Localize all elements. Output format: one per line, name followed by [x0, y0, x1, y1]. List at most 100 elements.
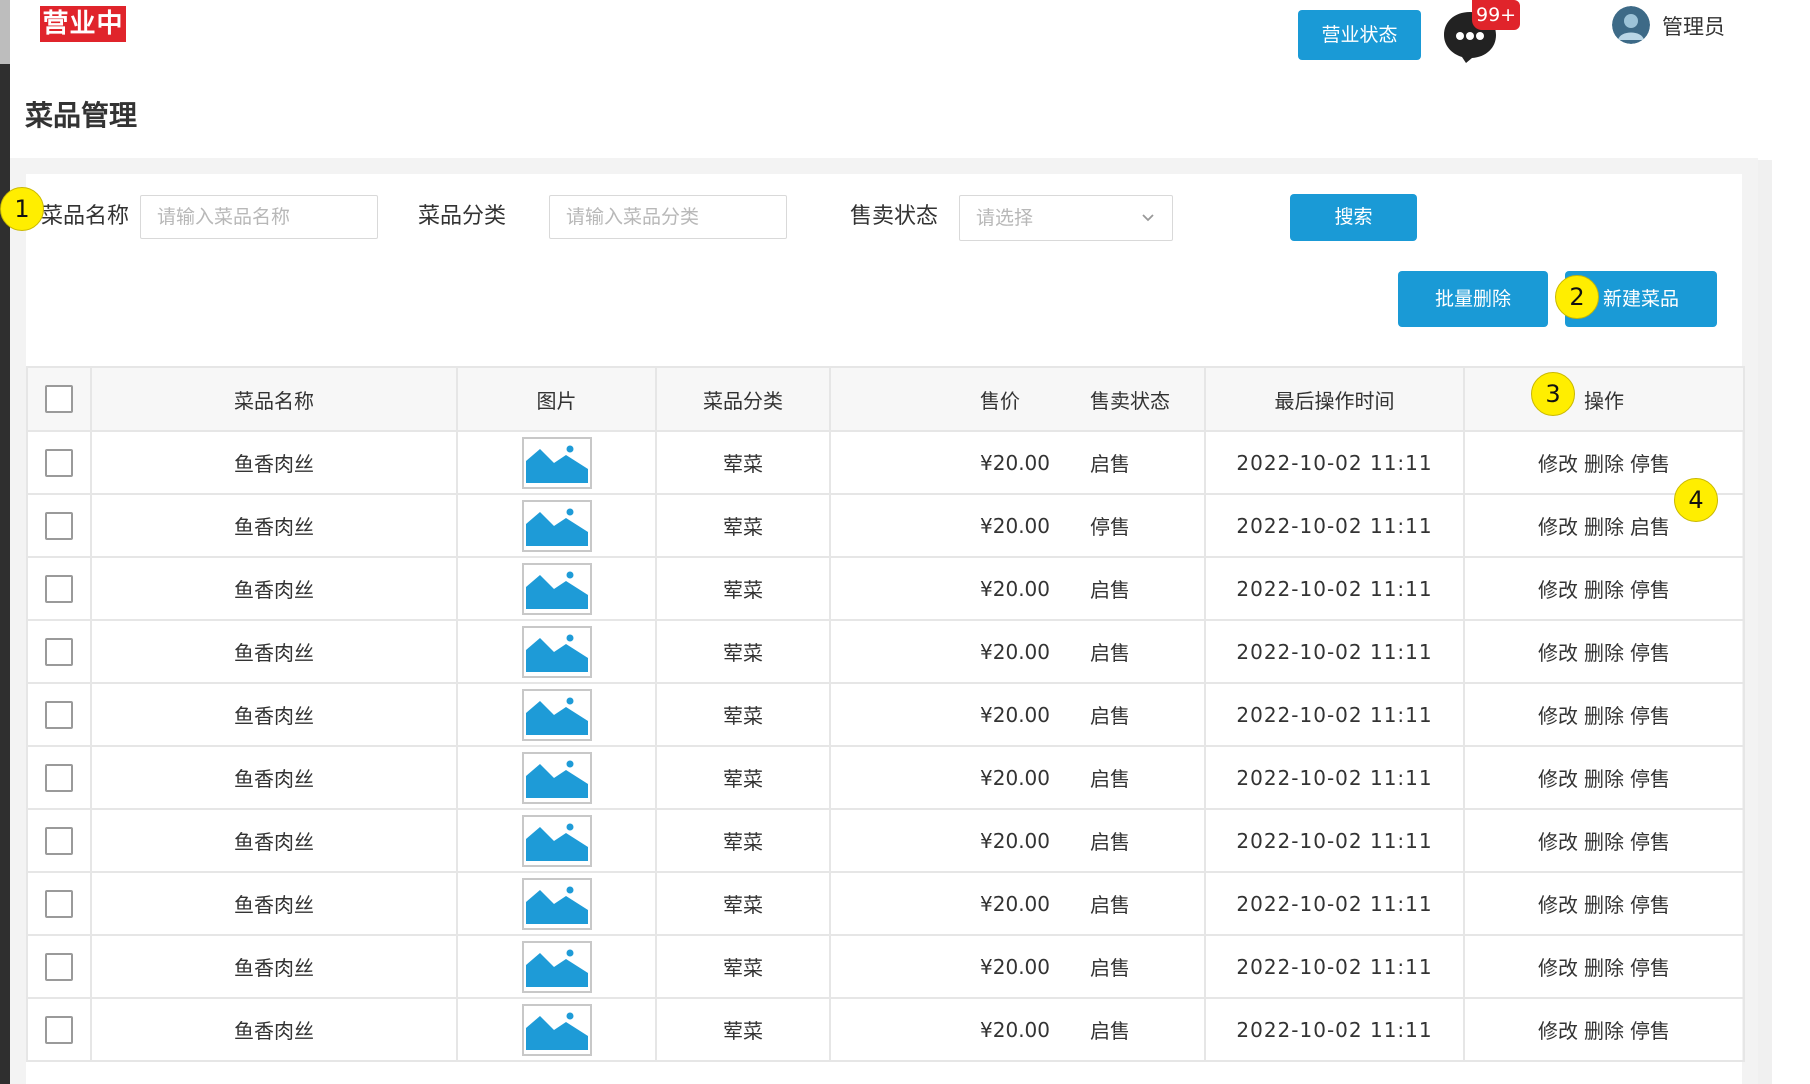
delete-link[interactable]: 删除	[1584, 1019, 1624, 1043]
edit-link[interactable]: 修改	[1538, 578, 1578, 602]
edit-link[interactable]: 修改	[1538, 1019, 1578, 1043]
business-status-badge: 营业中	[40, 6, 126, 42]
dish-category-input[interactable]	[549, 195, 787, 239]
dish-category-cell: 荤菜	[655, 745, 831, 810]
delete-link[interactable]: 删除	[1584, 893, 1624, 917]
row-checkbox[interactable]	[45, 826, 73, 855]
dish-table: 菜品名称 图片 菜品分类 售价 售卖状态 最后操作时间 操作 鱼香肉丝 荤菜 ¥20…	[26, 366, 1745, 1062]
table-row: 鱼香肉丝 荤菜 ¥20.00 启售 2022-10-02 11:11 修改 删除 停售	[26, 745, 1745, 810]
left-rail	[0, 0, 10, 1084]
delete-link[interactable]: 删除	[1584, 641, 1624, 665]
toggle-sale-link[interactable]: 停售	[1630, 704, 1670, 728]
price-cell: ¥20.00	[829, 745, 1070, 810]
row-select-cell	[26, 430, 92, 495]
business-status-button[interactable]: 营业状态	[1298, 10, 1421, 60]
messages-button[interactable]: 99+	[1438, 0, 1521, 70]
toggle-sale-link[interactable]: 停售	[1630, 452, 1670, 476]
delete-link[interactable]: 删除	[1584, 830, 1624, 854]
edit-link[interactable]: 修改	[1538, 956, 1578, 980]
user-name[interactable]: 管理员	[1662, 10, 1725, 44]
right-scroll-strip	[1758, 160, 1772, 1084]
sale-status-placeholder: 请选择	[976, 207, 1034, 229]
operations-cell: 修改 删除 停售	[1463, 808, 1745, 873]
sale-status-cell: 启售	[1070, 619, 1206, 684]
delete-link[interactable]: 删除	[1584, 452, 1624, 476]
last-operated-cell: 2022-10-02 11:11	[1204, 997, 1465, 1062]
sale-status-cell: 启售	[1070, 682, 1206, 747]
toggle-sale-link[interactable]: 停售	[1630, 893, 1670, 917]
operations-cell: 修改 删除 停售	[1463, 619, 1745, 684]
toggle-sale-link[interactable]: 停售	[1630, 1019, 1670, 1043]
page-title: 菜品管理	[25, 99, 138, 132]
image-placeholder-icon	[521, 751, 592, 804]
dish-name-cell: 鱼香肉丝	[90, 493, 458, 558]
dish-name-cell: 鱼香肉丝	[90, 745, 458, 810]
table-row: 鱼香肉丝 荤菜 ¥20.00 启售 2022-10-02 11:11 修改 删除 停售	[26, 556, 1745, 621]
row-checkbox[interactable]	[45, 889, 73, 918]
price-cell: ¥20.00	[829, 871, 1070, 936]
avatar-icon[interactable]	[1612, 6, 1650, 44]
column-header: 菜品名称	[90, 366, 458, 432]
edit-link[interactable]: 修改	[1538, 893, 1578, 917]
last-operated-cell: 2022-10-02 11:11	[1204, 493, 1465, 558]
select-all-checkbox[interactable]	[45, 385, 73, 413]
sale-status-cell: 启售	[1070, 871, 1206, 936]
annotation-marker-1: 1	[0, 187, 44, 231]
edit-link[interactable]: 修改	[1538, 641, 1578, 665]
last-operated-cell: 2022-10-02 11:11	[1204, 745, 1465, 810]
table-row: 鱼香肉丝 荤菜 ¥20.00 启售 2022-10-02 11:11 修改 删除 停售	[26, 997, 1745, 1062]
dish-name-cell: 鱼香肉丝	[90, 682, 458, 747]
toggle-sale-link[interactable]: 停售	[1630, 956, 1670, 980]
row-checkbox[interactable]	[45, 448, 73, 477]
toggle-sale-link[interactable]: 停售	[1630, 830, 1670, 854]
edit-link[interactable]: 修改	[1538, 767, 1578, 791]
table-row: 鱼香肉丝 荤菜 ¥20.00 启售 2022-10-02 11:11 修改 删除 停售	[26, 430, 1745, 495]
table-row: 鱼香肉丝 荤菜 ¥20.00 启售 2022-10-02 11:11 修改 删除 停售	[26, 808, 1745, 873]
dish-name-input[interactable]	[140, 195, 378, 239]
annotation-marker-3: 3	[1531, 372, 1575, 416]
search-button[interactable]: 搜索	[1290, 194, 1417, 241]
edit-link[interactable]: 修改	[1538, 515, 1578, 539]
row-select-cell	[26, 493, 92, 558]
sale-status-cell: 启售	[1070, 934, 1206, 999]
toggle-sale-link[interactable]: 停售	[1630, 578, 1670, 602]
row-checkbox[interactable]	[45, 511, 73, 540]
row-checkbox[interactable]	[45, 952, 73, 981]
sale-status-select[interactable]: 请选择	[959, 195, 1173, 241]
edit-link[interactable]: 修改	[1538, 452, 1578, 476]
image-placeholder-icon	[521, 688, 592, 741]
row-checkbox[interactable]	[45, 763, 73, 792]
price-cell: ¥20.00	[829, 556, 1070, 621]
toggle-sale-link[interactable]: 停售	[1630, 767, 1670, 791]
delete-link[interactable]: 删除	[1584, 578, 1624, 602]
row-checkbox[interactable]	[45, 574, 73, 603]
dish-name-cell: 鱼香肉丝	[90, 808, 458, 873]
price-cell: ¥20.00	[829, 934, 1070, 999]
dish-image-cell	[456, 430, 657, 495]
toggle-sale-link[interactable]: 启售	[1630, 515, 1670, 539]
sale-status-cell: 启售	[1070, 430, 1206, 495]
image-placeholder-icon	[521, 562, 592, 615]
image-placeholder-icon	[521, 877, 592, 930]
edit-link[interactable]: 修改	[1538, 704, 1578, 728]
dish-name-cell: 鱼香肉丝	[90, 871, 458, 936]
delete-link[interactable]: 删除	[1584, 704, 1624, 728]
dish-category-cell: 荤菜	[655, 682, 831, 747]
dish-image-cell	[456, 997, 657, 1062]
column-header: 售卖状态	[1070, 366, 1206, 432]
dish-category-cell: 荤菜	[655, 556, 831, 621]
table-row: 鱼香肉丝 荤菜 ¥20.00 停售 2022-10-02 11:11 修改 删除 启售	[26, 493, 1745, 558]
delete-link[interactable]: 删除	[1584, 515, 1624, 539]
row-checkbox[interactable]	[45, 700, 73, 729]
row-checkbox[interactable]	[45, 1015, 73, 1044]
row-checkbox[interactable]	[45, 637, 73, 666]
bulk-delete-button[interactable]: 批量删除	[1398, 271, 1548, 327]
toggle-sale-link[interactable]: 停售	[1630, 641, 1670, 665]
price-cell: ¥20.00	[829, 619, 1070, 684]
edit-link[interactable]: 修改	[1538, 830, 1578, 854]
delete-link[interactable]: 删除	[1584, 767, 1624, 791]
chevron-down-icon	[1142, 214, 1154, 222]
delete-link[interactable]: 删除	[1584, 956, 1624, 980]
row-select-cell	[26, 682, 92, 747]
last-operated-cell: 2022-10-02 11:11	[1204, 871, 1465, 936]
